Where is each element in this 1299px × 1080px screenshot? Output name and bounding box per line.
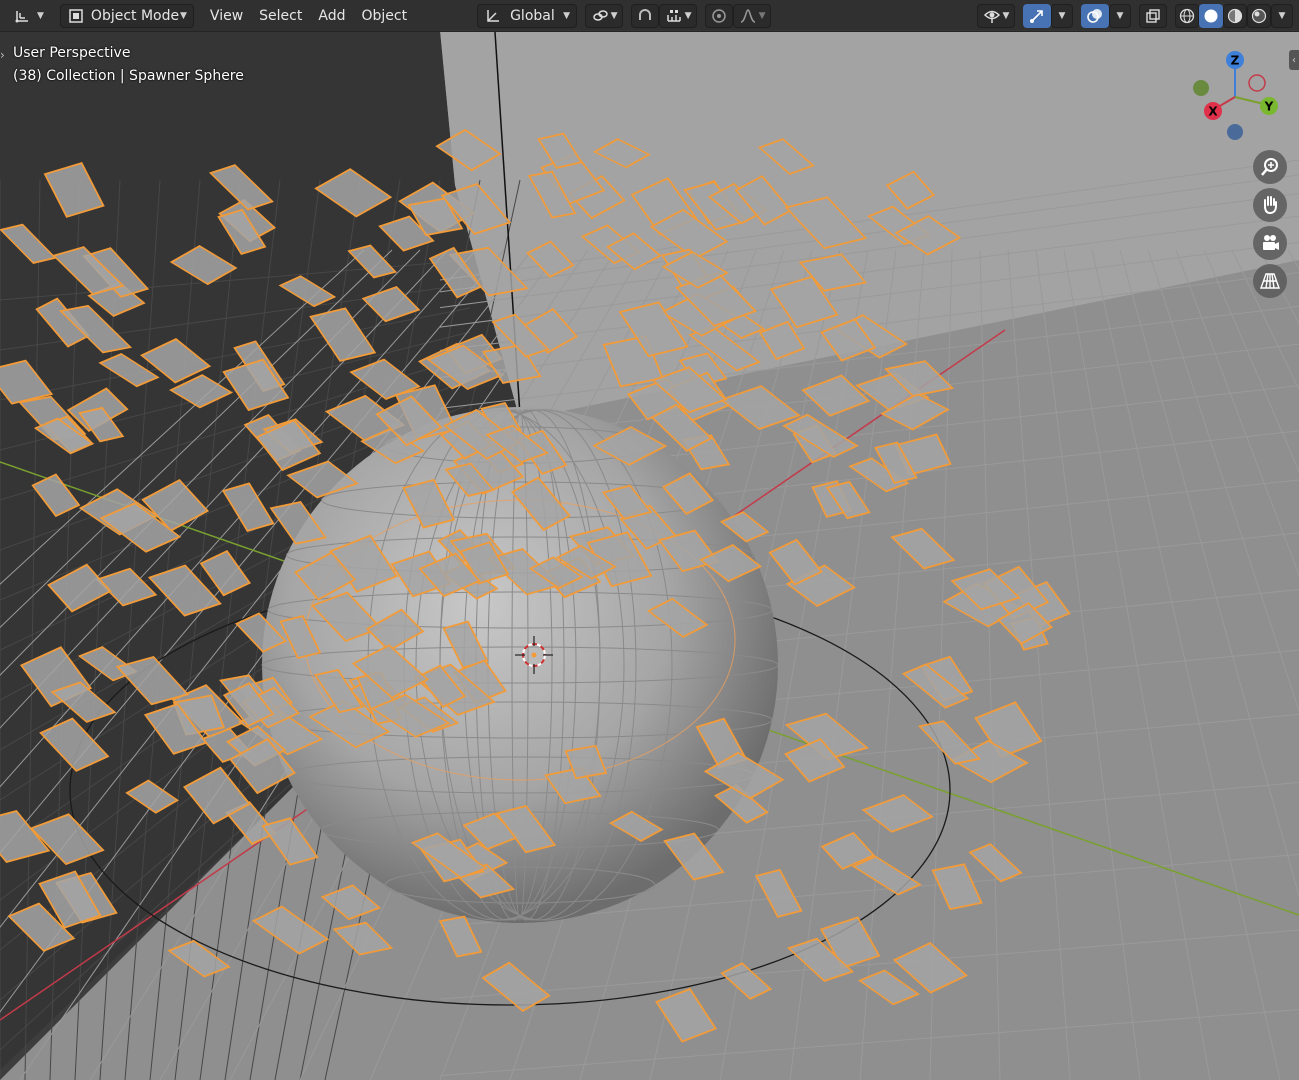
xray-toggle-button[interactable]	[1139, 3, 1167, 28]
proportional-circle-icon	[710, 7, 728, 25]
orientation-label: Global	[510, 7, 555, 24]
pan-button[interactable]	[1253, 188, 1287, 222]
camera-icon	[1263, 235, 1279, 250]
shading-rendered-button[interactable]	[1247, 3, 1271, 28]
menu-add[interactable]: Add	[310, 4, 353, 28]
menu-view[interactable]: View	[202, 4, 251, 28]
gizmo-toggle-button[interactable]	[1023, 3, 1051, 28]
chevron-down-icon: ▼	[758, 10, 766, 21]
pivot-point-button[interactable]: ▼	[585, 3, 624, 28]
chevron-down-icon: ▼	[1002, 10, 1010, 21]
shading-wireframe-button[interactable]	[1175, 3, 1199, 28]
menu-object[interactable]: Object	[353, 4, 415, 28]
viewport-header: ▼ Object Mode ▼ View Select Add Object G…	[0, 0, 1299, 32]
editor-type-button[interactable]: ▼	[6, 4, 52, 28]
overlays-toggle-button[interactable]	[1081, 3, 1109, 28]
chevron-down-icon: ▼	[563, 10, 571, 21]
falloff-button[interactable]: ▼	[733, 3, 772, 28]
neg-y-axis-handle[interactable]	[1193, 80, 1209, 96]
rendered-sphere-icon	[1250, 7, 1268, 25]
chevron-down-icon: ▼	[180, 10, 187, 21]
link-icon	[591, 7, 609, 25]
solid-sphere-icon	[1202, 7, 1220, 25]
material-sphere-icon	[1226, 7, 1244, 25]
neg-x-axis-handle[interactable]	[1248, 74, 1266, 92]
shading-material-button[interactable]	[1223, 3, 1247, 28]
x-axis-label: X	[1208, 105, 1218, 119]
y-axis-label: Y	[1264, 100, 1274, 114]
wireframe-sphere-icon	[1178, 7, 1196, 25]
shading-dropdown[interactable]: ▼	[1271, 3, 1293, 28]
camera-view-button[interactable]	[1253, 226, 1287, 260]
axes-grid-icon	[14, 7, 32, 25]
overlays-dropdown[interactable]: ▼	[1109, 3, 1131, 28]
pan-hand-icon	[1264, 196, 1277, 215]
navigation-gizmo[interactable]: Z Y X	[1188, 50, 1288, 150]
overlays-icon	[1086, 7, 1104, 25]
shading-solid-button[interactable]	[1199, 3, 1223, 28]
snap-increment-icon	[665, 7, 683, 25]
mode-label: Object Mode	[90, 7, 180, 24]
snap-target-button[interactable]: ▼	[659, 3, 698, 28]
visibility-button[interactable]: ▼	[977, 3, 1015, 28]
eye-icon	[983, 7, 1001, 25]
collection-label: (38) Collection | Spawner Sphere	[13, 68, 244, 84]
magnet-icon	[636, 7, 654, 25]
xray-icon	[1144, 7, 1162, 25]
perspective-grid-icon	[1260, 273, 1280, 289]
toolbar-expand-icon[interactable]: ›	[0, 48, 10, 68]
chevron-down-icon: ▼	[37, 10, 44, 21]
proportional-edit-button[interactable]	[705, 3, 734, 28]
gizmo-dropdown[interactable]: ▼	[1051, 3, 1073, 28]
chevron-down-icon: ▼	[610, 10, 618, 21]
perspective-label: User Perspective	[13, 45, 131, 61]
scene-canvas[interactable]	[0, 0, 1299, 1080]
orientation-axes-icon	[484, 7, 502, 25]
mode-selector[interactable]: Object Mode ▼	[59, 3, 194, 28]
z-axis-label: Z	[1231, 54, 1240, 68]
falloff-curve-icon	[739, 7, 757, 25]
neg-z-axis-handle[interactable]	[1227, 124, 1243, 140]
chevron-down-icon: ▼	[1058, 10, 1066, 21]
zoom-icon	[1261, 158, 1278, 176]
menu-select[interactable]: Select	[251, 4, 310, 28]
sidebar-expand-icon[interactable]: ‹	[1289, 50, 1299, 70]
perspective-toggle-button[interactable]	[1253, 264, 1287, 298]
3d-viewport[interactable]: ▼ Object Mode ▼ View Select Add Object G…	[0, 0, 1299, 1080]
gizmo-arrow-icon	[1028, 7, 1046, 25]
zoom-button[interactable]	[1253, 150, 1287, 184]
chevron-down-icon: ▼	[1278, 10, 1286, 21]
chevron-down-icon: ▼	[684, 10, 692, 21]
chevron-down-icon: ▼	[1116, 10, 1124, 21]
object-mode-icon	[67, 7, 85, 25]
transform-orientation-selector[interactable]: Global ▼	[477, 3, 578, 28]
snap-toggle-button[interactable]	[631, 3, 660, 28]
